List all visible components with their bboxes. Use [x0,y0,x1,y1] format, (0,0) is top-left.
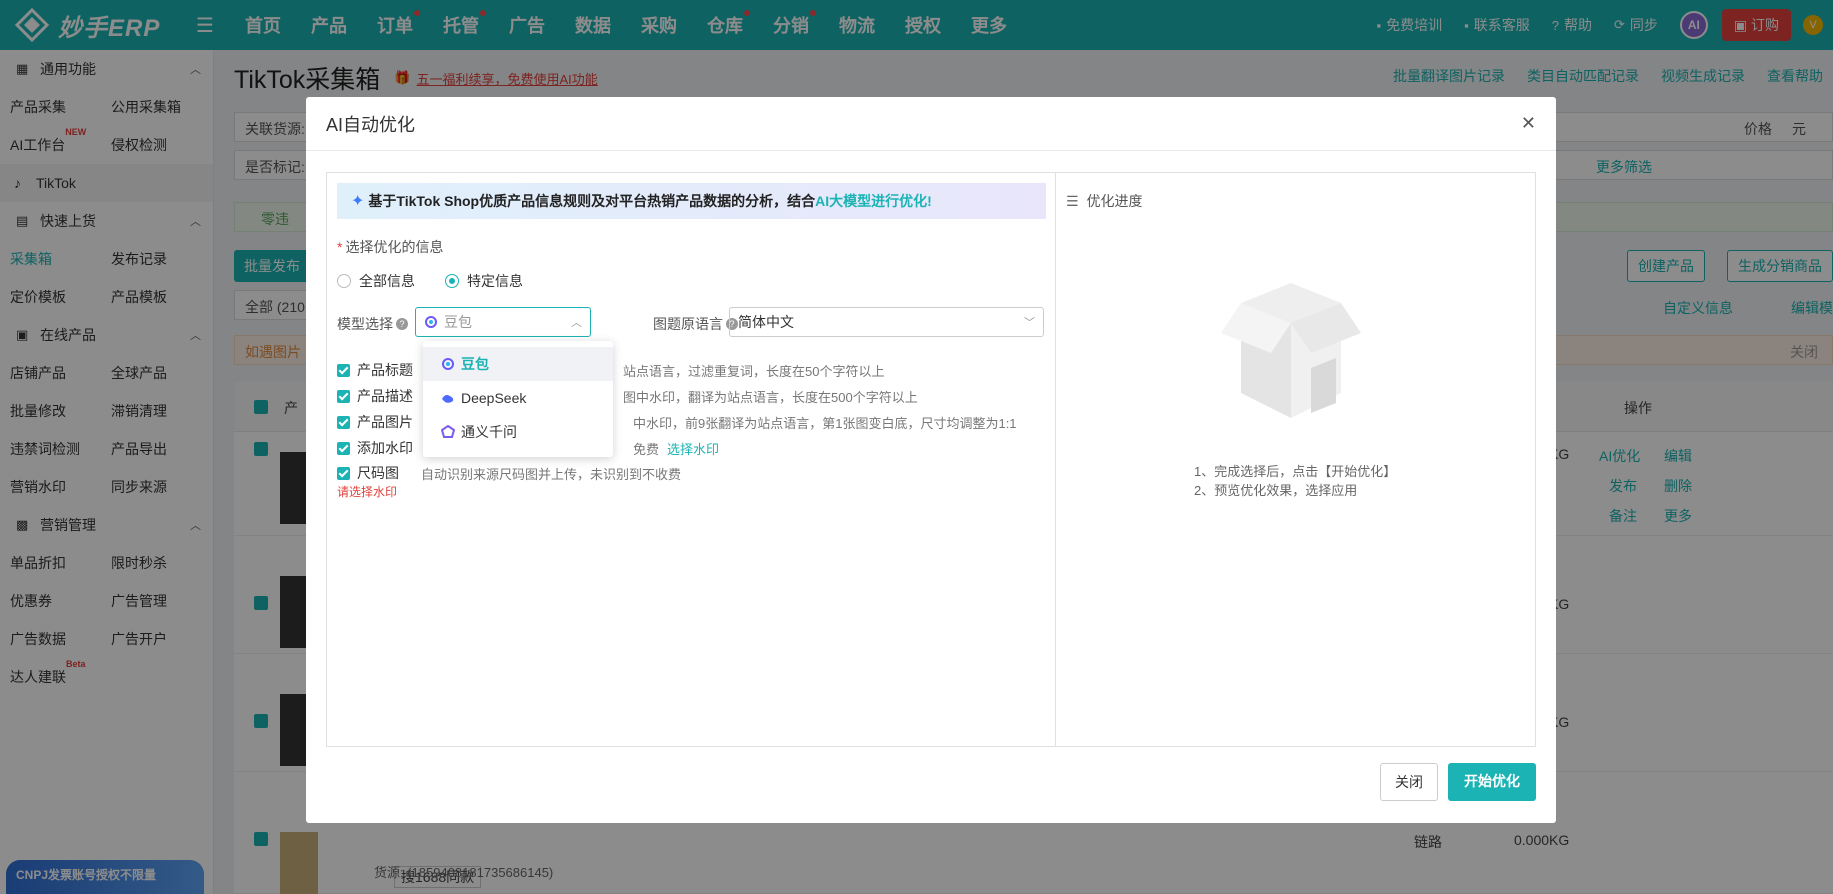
chevron-down-icon: ﹀ [1024,317,1035,329]
tip-step-1: 1、完成选择后，点击【开始优化】 [1194,464,1397,479]
doubao-icon [425,316,437,328]
banner-highlight: AI大模型进行优化! [815,193,932,209]
checkbox-checked[interactable] [337,441,350,455]
dropdown-option-label: 通义千问 [461,424,517,440]
banner-text: 基于TikTok Shop优质产品信息规则及对平台热销产品数据的分析，结合 [368,193,816,209]
required-mark: * [337,239,343,255]
dropdown-option-deepseek[interactable]: DeepSeek [423,381,613,415]
modal-title: AI自动优化 [326,114,416,135]
watermark-warning: 请选择水印 [337,485,398,499]
option-images-label: 产品图片 [357,414,413,430]
select-watermark-link[interactable]: 选择水印 [667,442,719,457]
language-select-value: 简体中文 [738,314,794,330]
dropdown-option-tongyi[interactable]: 通义千问 [423,415,613,449]
close-icon[interactable]: ✕ [1521,113,1536,134]
ai-banner: ✦ 基于TikTok Shop优质产品信息规则及对平台热销产品数据的分析，结合 A… [337,183,1046,219]
option-desc-label: 产品描述 [357,388,413,404]
empty-box-icon [1221,283,1361,418]
close-button[interactable]: 关闭 [1380,763,1438,801]
checkbox-checked[interactable] [337,363,350,377]
language-select[interactable]: 简体中文 ﹀ [729,307,1044,337]
option-images[interactable]: 产品图片 [337,412,413,432]
progress-pane: ☰ 优化进度 1、完成选择后，点击【开始优化】 2、预览优化效果，选择应用 [1056,173,1535,746]
option-desc[interactable]: 产品描述 [337,386,413,406]
model-dropdown: 豆包 DeepSeek 通义千问 [423,341,613,457]
tongyi-icon [441,425,455,438]
progress-header: ☰ 优化进度 [1066,191,1143,211]
start-optimize-button[interactable]: 开始优化 [1448,763,1536,801]
lang-label: 图题原语言? [653,314,738,334]
lang-label-text: 图题原语言 [653,316,723,332]
option-title-label: 产品标题 [357,362,413,378]
help-icon[interactable]: ? [396,318,408,330]
modal-body: ✦ 基于TikTok Shop优质产品信息规则及对平台热销产品数据的分析，结合 A… [326,172,1536,747]
radio-button-checked[interactable] [445,274,459,288]
checkbox-checked[interactable] [337,415,350,429]
progress-title: 优化进度 [1086,193,1143,209]
sparkle-icon: ✦ [351,193,365,210]
ai-optimize-modal: AI自动优化 ✕ ✦ 基于TikTok Shop优质产品信息规则及对平台热销产品… [306,97,1556,823]
option-title-desc: 站点语言，过滤重复词，长度在50个字符以上 [623,364,885,379]
radio-specific-label: 特定信息 [467,273,523,289]
chevron-up-icon: ︿ [571,317,582,329]
dropdown-option-label: DeepSeek [461,390,527,406]
option-watermark-label: 添加水印 [357,440,413,456]
model-label: 模型选择? [337,314,408,334]
doubao-icon [442,358,454,370]
deepseek-icon [442,395,454,403]
option-images-desc: 中水印，前9张翻译为站点语言，第1张图变白底，尺寸均调整为1:1 [633,416,1017,431]
model-label-text: 模型选择 [337,316,393,332]
select-info-text: 选择优化的信息 [345,239,444,255]
radio-all-info[interactable]: 全部信息 [337,271,415,291]
tip-step-2: 2、预览优化效果，选择应用 [1194,483,1358,498]
option-title[interactable]: 产品标题 [337,360,413,380]
radio-button[interactable] [337,274,351,288]
option-desc-desc: 图中水印，翻译为站点语言，长度在500个字符以上 [623,390,918,405]
radio-all-label: 全部信息 [359,273,415,289]
model-select-value: 豆包 [444,314,472,330]
info-radio-group: 全部信息 特定信息 [337,271,553,291]
dropdown-option-label: 豆包 [461,356,489,372]
watermark-desc-text: 免费 [633,442,660,457]
option-watermark[interactable]: 添加水印 [337,438,413,458]
sliders-icon: ☰ [1066,192,1079,209]
option-size-chart[interactable]: 尺码图 [337,463,399,483]
checkbox-checked[interactable] [337,389,350,403]
option-watermark-desc: 免费 选择水印 [633,439,719,458]
option-size-chart-desc: 自动识别来源尺码图并上传，未识别到不收费 [421,467,682,482]
checkbox-checked[interactable] [337,466,350,480]
options-pane: ✦ 基于TikTok Shop优质产品信息规则及对平台热销产品数据的分析，结合 A… [327,173,1056,746]
model-select[interactable]: 豆包 ︿ [415,307,591,337]
select-info-label: * 选择优化的信息 [337,237,443,257]
option-size-chart-label: 尺码图 [357,465,399,481]
radio-specific-info[interactable]: 特定信息 [445,271,523,291]
dropdown-option-doubao[interactable]: 豆包 [423,347,613,381]
modal-footer: 关闭 开始优化 [1380,763,1536,801]
